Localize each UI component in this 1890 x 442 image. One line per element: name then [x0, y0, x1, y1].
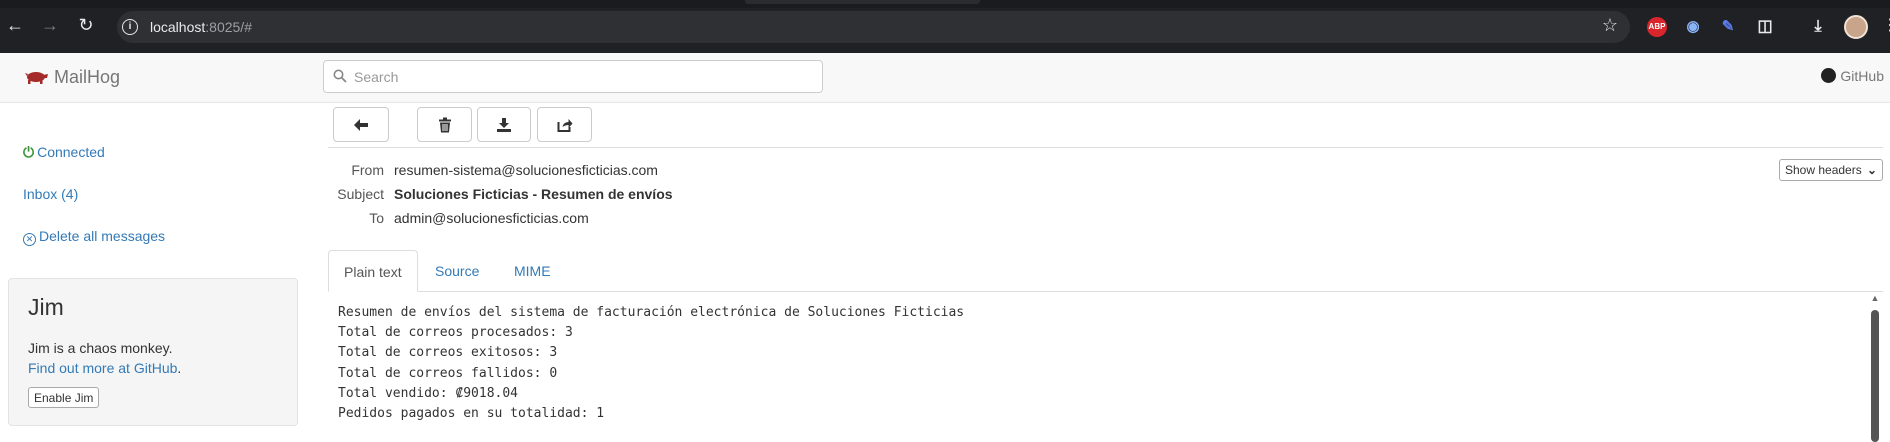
body-line: Total de correos fallidos: 0: [338, 365, 558, 381]
from-value: resumen-sistema@solucionesficticias.com: [394, 162, 658, 178]
github-link[interactable]: GitHub: [1821, 68, 1884, 84]
delete-circle-icon: ✕: [23, 233, 36, 246]
body-line: Resumen de envíos del sistema de factura…: [338, 305, 965, 320]
jim-description: Jim is a chaos monkey.: [28, 340, 173, 356]
release-button[interactable]: [537, 107, 592, 142]
github-icon: [1821, 68, 1837, 83]
jim-title: Jim: [28, 294, 64, 320]
from-label: From: [351, 162, 384, 178]
inbox-link[interactable]: Inbox (4): [23, 186, 78, 202]
back-arrow-icon[interactable]: ←: [4, 14, 26, 36]
share-icon: [557, 118, 572, 132]
tab-source[interactable]: Source: [420, 250, 494, 292]
password-extension-icon[interactable]: ◉: [1683, 17, 1703, 37]
downloads-icon[interactable]: ⤓: [1808, 17, 1828, 37]
extensions-puzzle-icon[interactable]: ◫: [1755, 17, 1775, 37]
bookmark-star-icon[interactable]: ☆: [1602, 15, 1618, 36]
active-tab-indicator: [745, 0, 980, 4]
download-button[interactable]: [477, 107, 531, 142]
github-label: GitHub: [1840, 68, 1884, 84]
trash-icon: [438, 117, 451, 132]
enable-jim-button[interactable]: Enable Jim: [28, 387, 100, 408]
chevron-down-icon: ⌄: [1866, 163, 1877, 177]
tab-mime[interactable]: MIME: [499, 250, 566, 292]
jim-panel: Jim Jim is a chaos monkey. Find out more…: [8, 278, 298, 426]
tab-plain-text[interactable]: Plain text: [328, 250, 418, 292]
body-line: Pedidos pagados en su totalidad: 1: [338, 406, 605, 422]
address-bar[interactable]: i localhost:8025/# ☆: [117, 11, 1630, 43]
jim-more-text: Find out more at GitHub.: [28, 360, 181, 376]
subject-label: Subject: [337, 186, 384, 202]
subject-value: Soluciones Ficticias - Resumen de envíos: [394, 186, 673, 202]
show-headers-label: Show headers: [1785, 163, 1862, 177]
jim-more-suffix: .: [177, 360, 182, 376]
pig-logo-icon: [25, 72, 48, 84]
jim-github-link[interactable]: Find out more at GitHub: [28, 360, 177, 376]
scroll-up-arrow-icon[interactable]: ▲: [1870, 294, 1880, 303]
site-info-icon[interactable]: i: [122, 19, 138, 35]
to-label: To: [369, 210, 384, 226]
scrollbar-thumb[interactable]: [1871, 310, 1879, 442]
app-navbar: MailHog GitHub: [0, 53, 1890, 103]
connection-status: ⏻ Connected: [23, 144, 105, 161]
url-host: localhost: [150, 19, 206, 35]
connection-label: Connected: [37, 144, 105, 160]
url-path: :8025/#: [205, 19, 252, 35]
browser-toolbar: ← → ↻ i localhost:8025/# ☆ ABP ◉ ✎ ◫ ⤓ ⋮: [0, 0, 1890, 53]
reload-icon[interactable]: ↻: [75, 14, 97, 36]
body-line: Total de correos exitosos: 3: [338, 345, 558, 361]
show-headers-select[interactable]: Show headers ⌄: [1779, 159, 1883, 181]
to-value: admin@solucionesficticias.com: [394, 210, 589, 226]
message-body: Resumen de envíos del sistema de factura…: [338, 303, 964, 424]
download-icon: [497, 117, 511, 132]
search-icon: [333, 69, 347, 83]
url-text: localhost:8025/#: [150, 19, 252, 35]
sidebar: ⏻ Connected Inbox (4) ✕ Delete all message…: [0, 104, 310, 442]
power-icon: ⏻: [23, 144, 35, 160]
delete-button[interactable]: [417, 107, 472, 142]
pen-extension-icon[interactable]: ✎: [1718, 17, 1738, 37]
forward-arrow-icon[interactable]: →: [39, 14, 61, 36]
search-box[interactable]: [323, 60, 823, 93]
body-line: Total de correos procesados: 3: [338, 325, 573, 341]
adblock-extension-icon[interactable]: ABP: [1647, 17, 1667, 37]
search-input[interactable]: [354, 67, 809, 87]
delete-all-link[interactable]: ✕ Delete all messages: [23, 228, 165, 246]
brand-name: MailHog: [54, 67, 121, 87]
body-line: Total vendido: ₡9018.04: [338, 385, 519, 401]
back-button[interactable]: [333, 107, 389, 142]
delete-all-label: Delete all messages: [39, 228, 166, 244]
profile-avatar[interactable]: [1844, 15, 1868, 39]
arrow-left-icon: [354, 118, 368, 131]
brand-link[interactable]: MailHog: [24, 67, 120, 88]
toolbar-divider: [328, 147, 1883, 148]
browser-menu-icon[interactable]: ⋮: [1882, 15, 1890, 35]
